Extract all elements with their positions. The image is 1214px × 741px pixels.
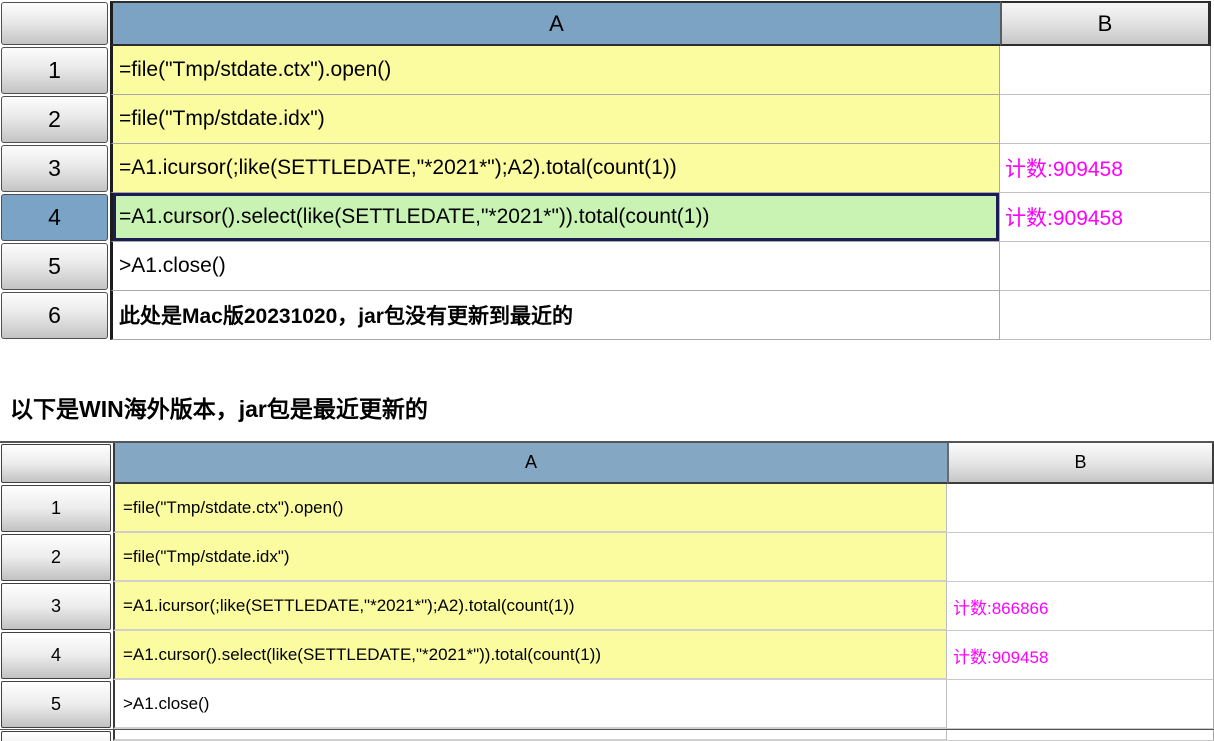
row-header-1[interactable]: 1 — [1, 485, 111, 532]
cell-b2[interactable] — [1000, 95, 1211, 144]
row-header-4-selected[interactable]: 4 — [1, 194, 108, 241]
cell-a2[interactable]: =file("Tmp/stdate.idx") — [113, 533, 947, 582]
cell-b4-count-value[interactable]: 计数:909458 — [947, 631, 1214, 680]
cell-b5[interactable] — [1000, 242, 1211, 291]
sheet-row: 1 =file("Tmp/stdate.ctx").open() — [0, 484, 1214, 533]
sheet-row: 4 =A1.cursor().select(like(SETTLEDATE,"*… — [0, 631, 1214, 680]
cell-b6-clipped[interactable] — [947, 730, 1214, 741]
sheet-row: 3 =A1.icursor(;like(SETTLEDATE,"*2021*")… — [0, 582, 1214, 631]
row-header-3[interactable]: 3 — [1, 583, 111, 630]
corner-select-all-cell[interactable] — [1, 444, 111, 483]
win-spreadsheet-grid: A B 1 =file("Tmp/stdate.ctx").open() 2 =… — [0, 441, 1214, 741]
cell-b6[interactable] — [1000, 291, 1211, 340]
cell-a6-note[interactable]: 此处是Mac版20231020，jar包没有更新到最近的 — [110, 291, 1000, 340]
column-header-b[interactable]: B — [1000, 1, 1211, 46]
cell-a5[interactable]: >A1.close() — [110, 242, 1000, 291]
column-header-b[interactable]: B — [947, 443, 1214, 484]
row-header-2[interactable]: 2 — [1, 96, 108, 143]
column-header-a[interactable]: A — [113, 443, 947, 484]
row-header-6[interactable]: 6 — [1, 292, 108, 339]
cell-b5[interactable] — [947, 680, 1214, 729]
sheet-row: 6 此处是Mac版20231020，jar包没有更新到最近的 — [0, 291, 1211, 340]
sheet-row-clipped — [0, 729, 1214, 741]
cell-a3[interactable]: =A1.icursor(;like(SETTLEDATE,"*2021*");A… — [113, 582, 947, 631]
cell-b2[interactable] — [947, 533, 1214, 582]
row-header-2[interactable]: 2 — [1, 534, 111, 581]
mac-spreadsheet-grid: A B 1 =file("Tmp/stdate.ctx").open() 2 =… — [0, 1, 1211, 340]
row-header-4[interactable]: 4 — [1, 632, 111, 679]
cell-a3[interactable]: =A1.icursor(;like(SETTLEDATE,"*2021*");A… — [110, 144, 1000, 193]
sheet-row: 5 >A1.close() — [0, 680, 1214, 729]
row-header-5[interactable]: 5 — [1, 681, 111, 728]
corner-select-all-cell[interactable] — [1, 2, 108, 45]
sheet-row: 2 =file("Tmp/stdate.idx") — [0, 95, 1211, 144]
cell-a4[interactable]: =A1.cursor().select(like(SETTLEDATE,"*20… — [113, 631, 947, 680]
cell-b1[interactable] — [1000, 46, 1211, 95]
cell-a1[interactable]: =file("Tmp/stdate.ctx").open() — [110, 46, 1000, 95]
row-header-3[interactable]: 3 — [1, 145, 108, 192]
sheet-row: 3 =A1.icursor(;like(SETTLEDATE,"*2021*")… — [0, 144, 1211, 193]
row-header-1[interactable]: 1 — [1, 47, 108, 94]
cell-b1[interactable] — [947, 484, 1214, 533]
cell-b3-count-value[interactable]: 计数:909458 — [1000, 144, 1211, 193]
column-header-row: A B — [0, 443, 1214, 484]
cell-b3-count-value[interactable]: 计数:866866 — [947, 582, 1214, 631]
cell-a2[interactable]: =file("Tmp/stdate.idx") — [110, 95, 1000, 144]
cell-a5[interactable]: >A1.close() — [113, 680, 947, 729]
column-header-a[interactable]: A — [110, 1, 1000, 46]
win-version-note-label: 以下是WIN海外版本，jar包是最近更新的 — [10, 396, 428, 422]
cell-a4-selected[interactable]: =A1.cursor().select(like(SETTLEDATE,"*20… — [110, 193, 1000, 242]
sheet-row-selected: 4 =A1.cursor().select(like(SETTLEDATE,"*… — [0, 193, 1211, 242]
cell-a6-clipped[interactable] — [113, 730, 947, 741]
sheet-row: 2 =file("Tmp/stdate.idx") — [0, 533, 1214, 582]
cell-a1[interactable]: =file("Tmp/stdate.ctx").open() — [113, 484, 947, 533]
sheet-row: 5 >A1.close() — [0, 242, 1211, 291]
row-header-5[interactable]: 5 — [1, 243, 108, 290]
column-header-row: A B — [0, 1, 1211, 46]
cell-b4-count-value[interactable]: 计数:909458 — [1000, 193, 1211, 242]
sheet-row: 1 =file("Tmp/stdate.ctx").open() — [0, 46, 1211, 95]
